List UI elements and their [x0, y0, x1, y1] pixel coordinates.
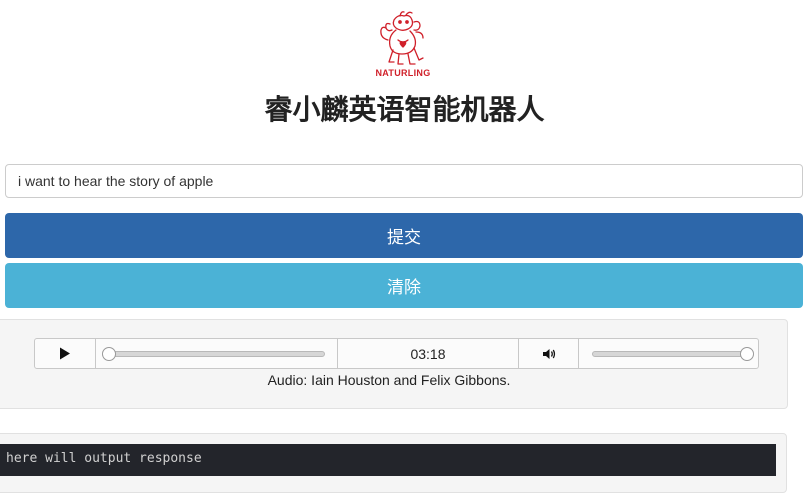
seek-track — [109, 351, 325, 357]
play-icon — [60, 347, 70, 360]
page-title: 睿小麟英语智能机器人 — [264, 93, 545, 126]
time-display: 03:18 — [338, 339, 519, 368]
page: NATURLING 睿小麟英语智能机器人 提交 清除 03:18 Audi — [0, 0, 809, 497]
speaker-icon — [542, 348, 555, 359]
audio-credit: Audio: Iain Houston and Felix Gibbons. — [267, 372, 511, 388]
volume-track — [592, 351, 747, 357]
seek-knob[interactable] — [102, 347, 116, 361]
volume-knob[interactable] — [740, 347, 754, 361]
response-output: here will output response — [0, 444, 776, 476]
play-button[interactable] — [35, 339, 96, 368]
volume-button[interactable] — [519, 339, 579, 368]
audio-player: 03:18 — [34, 338, 759, 369]
logo-brand-text: NATURLING — [375, 68, 431, 78]
seek-slider[interactable] — [96, 339, 338, 368]
query-input[interactable] — [5, 164, 803, 198]
clear-button[interactable]: 清除 — [5, 263, 803, 308]
submit-button[interactable]: 提交 — [5, 213, 803, 258]
volume-slider[interactable] — [579, 339, 758, 368]
